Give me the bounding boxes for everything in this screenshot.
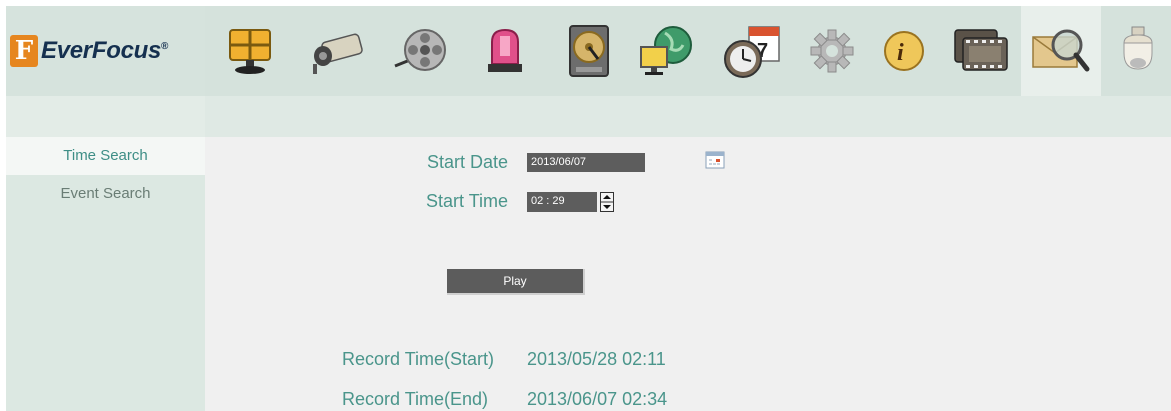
toolbar-ptz-button[interactable] bbox=[1105, 6, 1171, 96]
time-stepper[interactable] bbox=[600, 192, 614, 212]
app-header: F EverFocus® 7 i bbox=[6, 6, 1171, 96]
ptz-dome-icon bbox=[1123, 26, 1153, 70]
brand-logo-text: EverFocus® bbox=[41, 37, 169, 64]
sidebar: Time Search Event Search bbox=[6, 137, 205, 411]
toolbar-info-button[interactable]: i bbox=[869, 6, 939, 96]
toolbar-live-view-button[interactable] bbox=[211, 6, 289, 96]
toolbar-film-button[interactable] bbox=[941, 6, 1021, 96]
schedule-icon: 7 bbox=[724, 26, 780, 78]
sub-header-left bbox=[6, 96, 205, 137]
toolbar-hdd-button[interactable] bbox=[549, 6, 629, 96]
toolbar-settings-button[interactable] bbox=[797, 6, 867, 96]
toolbar-schedule-button[interactable]: 7 bbox=[713, 6, 793, 96]
sidebar-item-event-search[interactable]: Event Search bbox=[6, 175, 205, 213]
record-start-value: 2013/05/28 02:11 bbox=[527, 349, 666, 369]
search-icon bbox=[1032, 29, 1090, 72]
main-panel: Start Date 2013/06/07 Start Time 02 : 29… bbox=[205, 137, 1171, 411]
toolbar-playback-button[interactable] bbox=[381, 6, 461, 96]
stepper-arrows-icon bbox=[600, 192, 614, 212]
record-start-label: Record Time(Start) bbox=[342, 349, 495, 369]
toolbar-alarm-button[interactable] bbox=[467, 6, 543, 96]
start-date-label: Start Date bbox=[427, 152, 509, 172]
live-view-icon bbox=[229, 29, 271, 74]
record-end-value: 2013/06/07 02:34 bbox=[527, 389, 668, 409]
network-icon bbox=[640, 26, 692, 75]
play-button[interactable]: Play bbox=[447, 269, 585, 295]
toolbar-search-button[interactable] bbox=[1021, 6, 1101, 96]
brand-logo: F EverFocus® bbox=[6, 6, 205, 96]
camera-icon bbox=[313, 33, 363, 74]
film-icon bbox=[954, 29, 1008, 71]
start-time-field[interactable]: 02 : 29 bbox=[527, 192, 597, 212]
brand-logo-mark: F bbox=[10, 35, 38, 67]
toolbar-network-button[interactable] bbox=[625, 6, 709, 96]
record-end-label: Record Time(End) bbox=[342, 389, 489, 409]
toolbar-camera-button[interactable] bbox=[295, 6, 375, 96]
info-icon: i bbox=[884, 31, 924, 71]
sidebar-item-time-search[interactable]: Time Search bbox=[6, 137, 205, 175]
start-date-field[interactable]: 2013/06/07 bbox=[527, 153, 645, 172]
hdd-icon bbox=[569, 25, 609, 77]
alarm-icon bbox=[488, 28, 522, 72]
svg-text:i: i bbox=[897, 40, 904, 66]
start-time-label: Start Time bbox=[426, 191, 509, 211]
main-toolbar: 7 i bbox=[205, 6, 1171, 96]
playback-icon bbox=[394, 29, 446, 71]
settings-icon bbox=[810, 29, 854, 73]
calendar-picker-button[interactable] bbox=[705, 151, 725, 174]
calendar-icon bbox=[705, 151, 725, 169]
